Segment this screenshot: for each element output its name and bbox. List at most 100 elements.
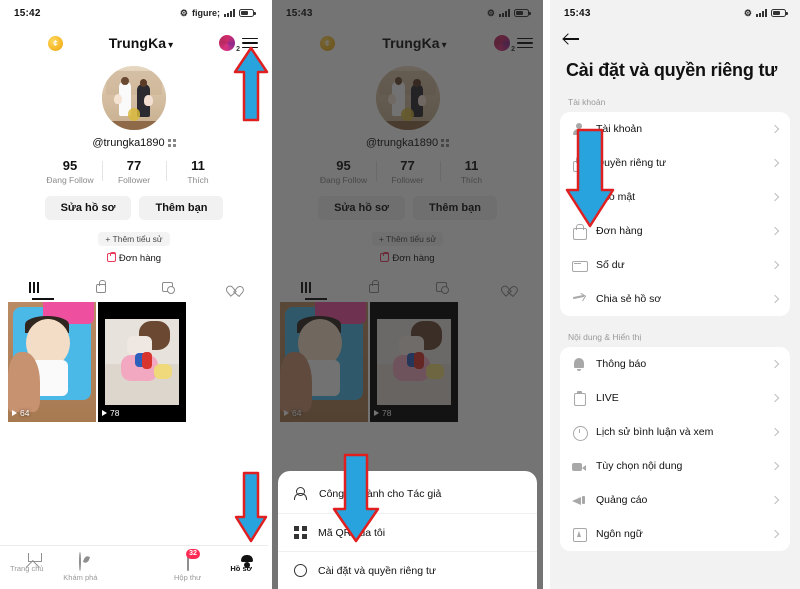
sheet-item-my-qr-code[interactable]: Mã QR của tôi	[278, 514, 537, 552]
setting-label: Thông báo	[596, 358, 647, 370]
arrow-to-profile-tab	[234, 471, 268, 543]
back-arrow-icon[interactable]	[564, 32, 580, 46]
tab-private[interactable]	[67, 277, 134, 297]
chevron-right-icon	[770, 124, 780, 134]
heart-icon	[229, 282, 240, 292]
nav-item-home[interactable]: Trang chủ	[0, 562, 54, 573]
tab-posts[interactable]	[0, 277, 67, 297]
arrow-to-security-setting	[564, 128, 616, 228]
play-icon	[102, 410, 107, 416]
tab-liked[interactable]	[201, 277, 268, 297]
arrow-to-settings-menu-item	[331, 453, 381, 543]
phone-screen-settings: 15:43 ⚙ Cài đặt và quyền riêng tư Tài kh…	[550, 0, 800, 589]
grid-icon	[28, 281, 39, 293]
play-count-value: 64	[20, 408, 30, 418]
stat-value: 77	[126, 158, 142, 173]
stat-label: Đang Follow	[46, 175, 94, 185]
handle-row-1: @trungka1890	[0, 137, 268, 149]
video-icon	[572, 459, 586, 473]
chevron-right-icon	[770, 427, 780, 437]
nav-label: Hộp thư	[174, 573, 202, 582]
add-friend-button[interactable]: Thêm bạn	[139, 196, 224, 220]
setting-row-balance[interactable]: Số dư	[560, 248, 790, 282]
lock-icon	[95, 280, 106, 293]
bluetooth-icon: ⚙	[179, 7, 188, 18]
creator-tools-icon	[294, 487, 308, 501]
chevron-right-icon	[770, 359, 780, 369]
username-dropdown[interactable]: TrungKa▾	[109, 35, 174, 51]
coin-icon[interactable]: ¢	[48, 35, 63, 51]
bio-row-1: + Thêm tiểu sử	[0, 229, 268, 247]
setting-row-share-profile[interactable]: Chia sẻ hồ sơ	[560, 282, 790, 316]
username-label: TrungKa	[108, 35, 167, 51]
setting-row-notifications[interactable]: Thông báo	[560, 347, 790, 381]
setting-row-ads[interactable]: Quảng cáo	[560, 483, 790, 517]
sheet-item-label: Cài đặt và quyền riêng tư	[318, 564, 436, 577]
stat-likes[interactable]: 11 Thích	[166, 158, 230, 185]
chevron-down-icon: ▾	[168, 40, 174, 51]
wallet-icon	[572, 258, 588, 272]
setting-label: LIVE	[596, 392, 619, 404]
play-count-value: 78	[110, 408, 120, 418]
signal-icon	[224, 9, 235, 17]
settings-card-content: Thông báo LIVE Lịch sử bình luận và xem …	[560, 347, 790, 551]
signal-icon	[756, 9, 767, 17]
section-label-content-display: Nội dung & Hiển thị	[568, 332, 642, 342]
add-bio-button[interactable]: + Thêm tiểu sử	[98, 232, 170, 246]
qr-code-icon[interactable]	[167, 139, 176, 147]
language-icon	[572, 527, 587, 542]
avatar[interactable]	[102, 66, 166, 130]
stat-value: 11	[191, 158, 205, 173]
chevron-right-icon	[770, 529, 780, 539]
sheet-item-settings-privacy[interactable]: Cài đặt và quyền riêng tư	[278, 552, 537, 589]
avatar-wrap-1	[0, 66, 268, 130]
nav-label: Hồ sơ	[230, 564, 252, 573]
phone-screen-profile: 15:42 ⚙ figure; ¢ TrungKa ▾ 2 @trungka18…	[0, 0, 268, 589]
battery-icon	[771, 9, 788, 17]
setting-row-language[interactable]: Ngôn ngữ	[560, 517, 790, 551]
setting-row-content-preferences[interactable]: Tùy chọn nội dung	[560, 449, 790, 483]
setting-label: Lịch sử bình luận và xem	[596, 426, 714, 438]
chevron-right-icon	[770, 192, 780, 202]
setting-label: Số dư	[596, 259, 625, 271]
video-grid-1: 64 78	[0, 302, 268, 422]
order-row-1[interactable]: Đơn hàng	[0, 251, 268, 264]
order-label: Đơn hàng	[118, 253, 162, 264]
bottom-sheet-menu: Công cụ dành cho Tác giả Mã QR của tôi C…	[278, 471, 537, 589]
compass-icon	[79, 552, 82, 571]
battery-icon	[239, 9, 256, 17]
nav-label: Khám phá	[63, 573, 98, 582]
nav-item-discover[interactable]: Khám phá	[54, 552, 108, 582]
arrow-to-hamburger-menu	[233, 46, 269, 122]
setting-row-live[interactable]: LIVE	[560, 381, 790, 415]
bell-icon	[572, 357, 586, 371]
setting-label: Tùy chọn nội dung	[596, 460, 683, 472]
chevron-right-icon	[770, 158, 780, 168]
page-title: Cài đặt và quyền riêng tư	[566, 60, 778, 80]
video-thumbnail[interactable]: 78	[98, 302, 186, 422]
stat-label: Thích	[187, 175, 209, 185]
setting-label: Ngôn ngữ	[596, 528, 643, 540]
sheet-item-creator-tools[interactable]: Công cụ dành cho Tác giả	[278, 475, 537, 514]
stat-following[interactable]: 95 Đang Follow	[38, 158, 102, 185]
status-time: 15:43	[564, 7, 591, 19]
nav-item-profile[interactable]: Hồ sơ	[214, 562, 268, 573]
chevron-right-icon	[770, 393, 780, 403]
stat-followers[interactable]: 77 Follower	[102, 158, 166, 185]
setting-label: Chia sẻ hồ sơ	[596, 293, 662, 305]
qr-code-icon	[294, 526, 307, 539]
setting-row-comment-watch-history[interactable]: Lịch sử bình luận và xem	[560, 415, 790, 449]
repost-icon	[162, 282, 175, 294]
profile-header-1: ¢ TrungKa ▾ 2	[0, 26, 268, 60]
nav-item-inbox[interactable]: 32 Hộp thư	[161, 549, 215, 582]
stat-label: Follower	[117, 175, 151, 185]
video-thumbnail[interactable]: 64	[8, 302, 96, 422]
mute-icon: figure;	[192, 8, 220, 18]
chevron-right-icon	[770, 294, 780, 304]
share-icon	[572, 292, 586, 306]
play-count: 78	[102, 408, 119, 418]
screenshot-stage: 15:42 ⚙ figure; ¢ TrungKa ▾ 2 @trungka18…	[0, 0, 800, 589]
ad-icon	[572, 493, 586, 507]
edit-profile-button[interactable]: Sửa hồ sơ	[44, 196, 132, 220]
tab-reposts[interactable]	[134, 277, 201, 297]
